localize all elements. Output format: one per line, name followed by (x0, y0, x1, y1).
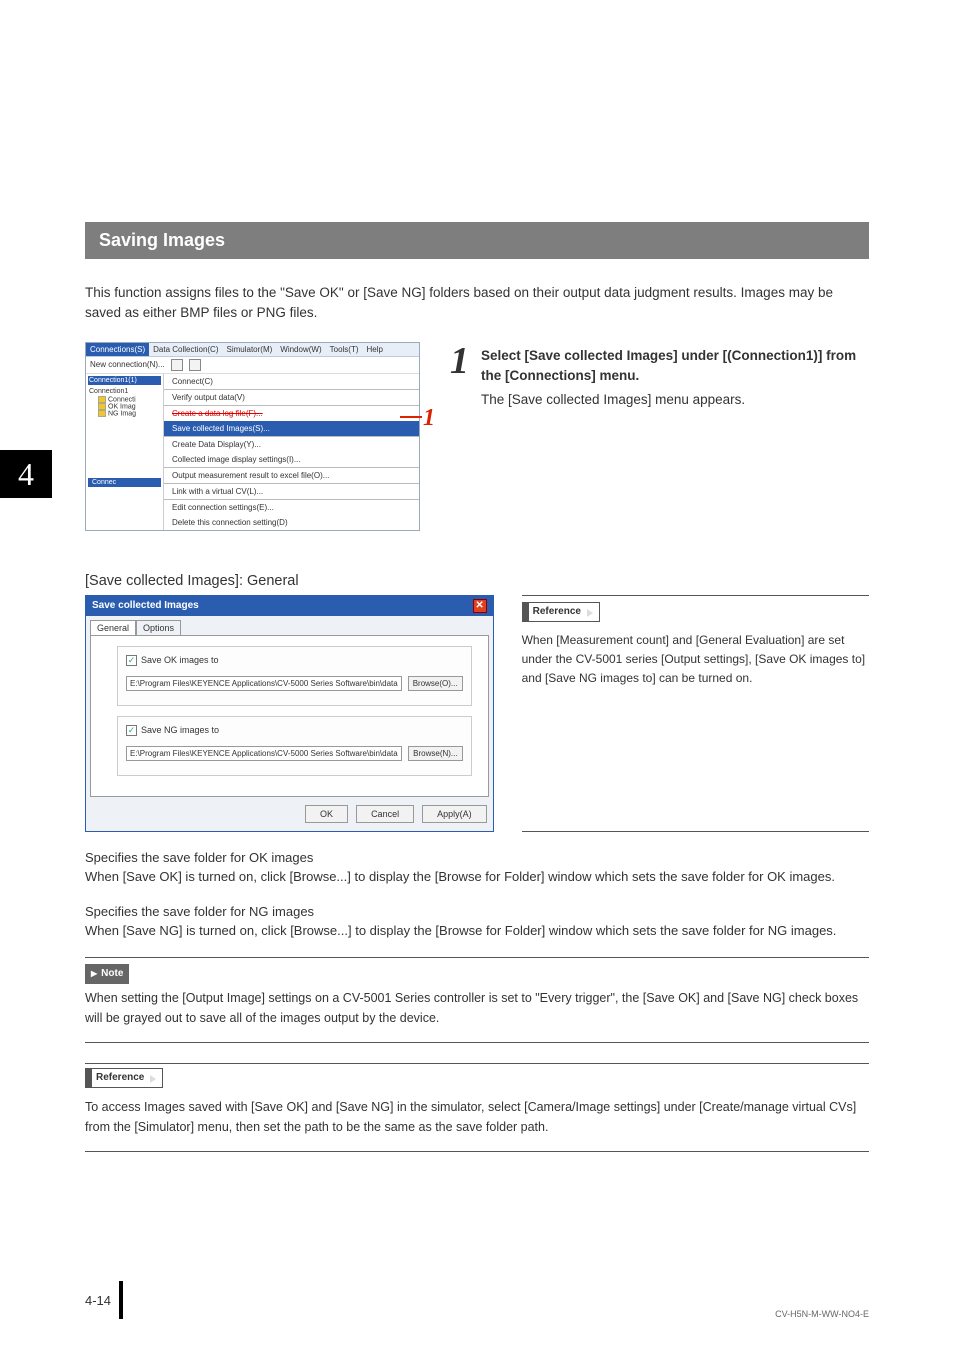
reference-chip-2: Reference (85, 1068, 163, 1088)
reference2-text: To access Images saved with [Save OK] an… (85, 1097, 869, 1137)
step1-desc: The [Save collected Images] menu appears… (481, 390, 869, 410)
reference-block-1: Reference When [Measurement count] and [… (522, 595, 869, 832)
menu-simulator[interactable]: Simulator(M) (223, 343, 277, 356)
tab-general[interactable]: General (90, 620, 136, 635)
save-ng-label: Save NG images to (141, 725, 219, 735)
submenu-image-display-settings[interactable]: Collected image display settings(I)... (164, 452, 419, 467)
section-header: Saving Images (85, 222, 869, 259)
tree-root[interactable]: Connection1 (88, 387, 161, 396)
page-number: 4-14 (85, 1281, 123, 1319)
reference-block-2: Reference To access Images saved with [S… (85, 1063, 869, 1152)
new-connection-item[interactable]: New connection(N)... (90, 360, 165, 369)
ok-button[interactable]: OK (305, 805, 348, 823)
toolbar-icon-2[interactable] (189, 359, 201, 371)
submenu-edit-conn[interactable]: Edit connection settings(E)... (164, 500, 419, 515)
note-chip: Note (85, 964, 129, 984)
ok-spec-title: Specifies the save folder for OK images (85, 850, 869, 865)
tree-pane: Connection1(1) Connection1 Connecti OK I… (86, 374, 164, 530)
intro-text: This function assigns files to the "Save… (85, 283, 869, 324)
connection1-menu-item[interactable]: Connection1(1) (88, 376, 161, 385)
submenu-create-display[interactable]: Create Data Display(Y)... (164, 437, 419, 452)
submenu: Connect(C) Verify output data(V) Create … (164, 374, 419, 530)
save-ok-checkbox[interactable]: ✓ (126, 655, 137, 666)
tree-sub-3[interactable]: NG Imag (88, 410, 161, 417)
save-ng-group: ✓ Save NG images to E:\Program Files\KEY… (117, 716, 472, 776)
apply-button[interactable]: Apply(A) (422, 805, 487, 823)
doc-code: CV-H5N-M-WW-NO4-E (775, 1309, 869, 1319)
step-number-1: 1 (450, 342, 469, 531)
submenu-output-excel[interactable]: Output measurement result to excel file(… (164, 468, 419, 483)
step1-title: Select [Save collected Images] under [(C… (481, 346, 869, 387)
folder-icon (98, 396, 106, 403)
reference-chip: Reference (522, 602, 600, 622)
ok-spec-text: When [Save OK] is turned on, click [Brow… (85, 867, 869, 887)
menu-screenshot: Connections(S) Data Collection(C) Simula… (85, 342, 420, 531)
note-text: When setting the [Output Image] settings… (85, 988, 869, 1028)
save-ok-group: ✓ Save OK images to E:\Program Files\KEY… (117, 646, 472, 706)
chapter-tab: 4 (0, 450, 52, 498)
callout-number-1: 1 (423, 405, 435, 432)
browse-ok-button[interactable]: Browse(O)... (408, 676, 463, 691)
submenu-datalog[interactable]: Create a data log file(F)... (164, 406, 419, 421)
submenu-delete-conn[interactable]: Delete this connection setting(D) (164, 515, 419, 530)
toolbar-icon-1[interactable] (171, 359, 183, 371)
save-collected-general-heading: [Save collected Images]: General (85, 573, 869, 589)
submenu-link-virtual[interactable]: Link with a virtual CV(L)... (164, 484, 419, 499)
tree-sub-1[interactable]: Connecti (88, 396, 161, 403)
submenu-verify[interactable]: Verify output data(V) (164, 390, 419, 405)
dialog-titlebar: Save collected Images ✕ (86, 596, 493, 616)
menu-data-collection[interactable]: Data Collection(C) (149, 343, 222, 356)
note-block: Note When setting the [Output Image] set… (85, 957, 869, 1043)
save-ng-checkbox[interactable]: ✓ (126, 725, 137, 736)
tree-sub-2[interactable]: OK Imag (88, 403, 161, 410)
ng-spec-title: Specifies the save folder for NG images (85, 904, 869, 919)
close-icon[interactable]: ✕ (473, 599, 487, 613)
reference1-text: When [Measurement count] and [General Ev… (522, 631, 869, 689)
save-ok-path-input[interactable]: E:\Program Files\KEYENCE Applications\CV… (126, 676, 402, 691)
save-ok-label: Save OK images to (141, 655, 219, 665)
submenu-save-collected-images[interactable]: Save collected Images(S)... (164, 421, 419, 436)
folder-icon (98, 403, 106, 410)
save-collected-dialog: Save collected Images ✕ General Options … (85, 595, 494, 832)
browse-ng-button[interactable]: Browse(N)... (408, 746, 462, 761)
folder-icon (98, 410, 106, 417)
dialog-title-text: Save collected Images (92, 600, 199, 611)
menu-tools[interactable]: Tools(T) (326, 343, 363, 356)
tab-options[interactable]: Options (136, 620, 181, 635)
menu-connections[interactable]: Connections(S) (86, 343, 149, 356)
menu-help[interactable]: Help (363, 343, 387, 356)
cancel-button[interactable]: Cancel (356, 805, 414, 823)
callout-line (400, 416, 422, 418)
footer-bar-icon (119, 1281, 123, 1319)
menubar: Connections(S) Data Collection(C) Simula… (86, 343, 419, 357)
status-bar: Connec (88, 478, 161, 487)
toolbar-row: New connection(N)... (86, 357, 419, 374)
save-ng-path-input[interactable]: E:\Program Files\KEYENCE Applications\CV… (126, 746, 402, 761)
submenu-connect[interactable]: Connect(C) (164, 374, 419, 389)
menu-window[interactable]: Window(W) (276, 343, 325, 356)
ng-spec-text: When [Save NG] is turned on, click [Brow… (85, 921, 869, 941)
